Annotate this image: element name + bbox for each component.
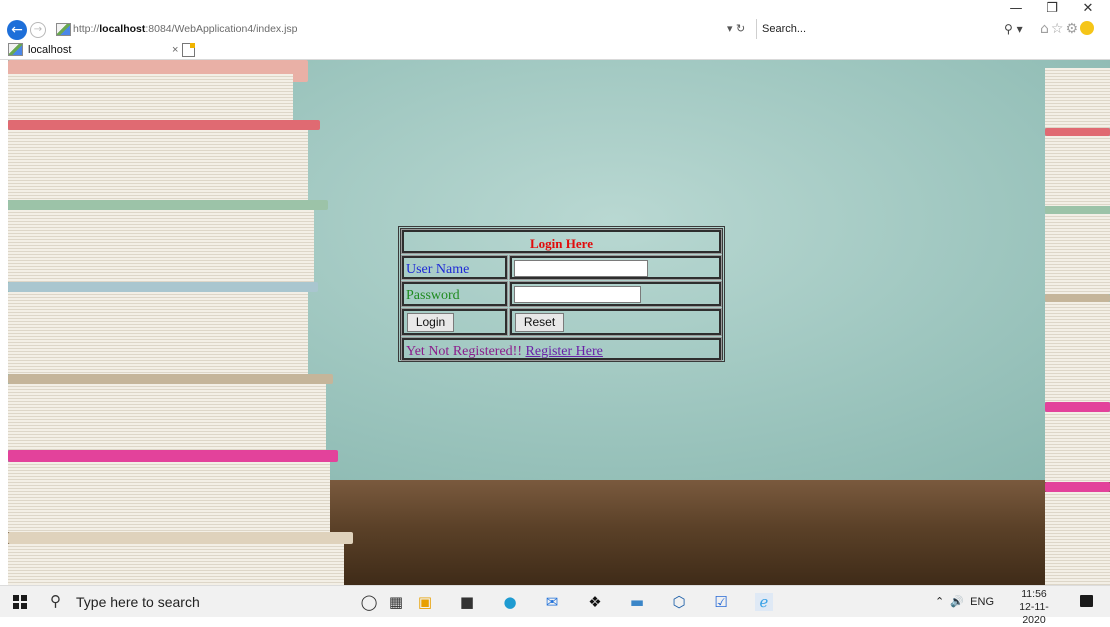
username-input-cell [509,255,722,280]
app-v-icon[interactable]: ☑ [712,593,730,611]
login-table: Login Here User Name Password Login Rese… [398,226,725,362]
password-label-cell: Password [401,281,508,307]
register-cell: Yet Not Registered!! Register Here [401,337,722,361]
url-path: :8084/WebApplication4/index.jsp [145,23,298,35]
amazon-icon[interactable]: ▬ [628,593,646,611]
favorites-star-icon[interactable]: ☆ [1051,21,1066,37]
notification-icon[interactable] [1080,595,1093,607]
tab-close-icon[interactable]: × [172,41,178,59]
cortana-icon[interactable]: ◯ [360,593,378,611]
browser-titlebar: ← → http://localhost:8084/WebApplication… [0,0,1110,40]
reset-button-cell: Reset [509,308,722,336]
login-title: Login Here [530,236,593,251]
browser-search-placeholder: Search... [762,23,807,35]
login-button-cell: Login [401,308,508,336]
back-arrow-icon[interactable]: ← [7,20,27,40]
password-label: Password [406,288,460,303]
clock-date: 12-11-2020 [1019,601,1049,626]
refresh-icon[interactable]: ▾ ↻ [727,20,745,38]
browser-search-input[interactable]: Search... [756,19,1032,39]
taskbar-search-icon: ⚲ [50,593,61,610]
password-input-cell [509,281,722,307]
dropbox-icon[interactable]: ❖ [586,593,604,611]
register-prompt-text: Yet Not Registered!! [406,344,526,359]
tab-favicon-icon [8,43,23,56]
system-tray: ⌃ 🔊 ENG [935,594,994,610]
tab-localhost[interactable]: localhost × [4,41,194,59]
cube-app-icon[interactable]: ⬡ [670,593,688,611]
background-books-left [8,60,353,585]
new-tab-icon[interactable] [182,43,195,57]
url-prefix: http:// [73,23,100,35]
internet-explorer-icon[interactable]: ℯ [755,593,773,611]
clock[interactable]: 11:56 12-11-2020 [1008,588,1060,627]
username-label: User Name [406,262,470,277]
language-indicator[interactable]: ENG [970,596,994,608]
url-host: localhost [99,23,146,35]
background-books-right [1045,60,1110,585]
home-icon[interactable]: ⌂ [1040,21,1051,37]
register-link[interactable]: Register Here [526,344,603,359]
mail-icon[interactable]: ✉ [543,593,561,611]
forward-arrow-icon[interactable]: → [30,22,46,38]
site-favicon-icon [56,23,71,36]
volume-icon[interactable]: 🔊 [950,596,964,608]
close-window-icon[interactable]: ✕ [1070,0,1106,18]
password-input[interactable] [514,286,641,303]
search-magnifier-icon[interactable]: ⚲ ▾ [1004,20,1023,38]
chevron-up-icon[interactable]: ⌃ [935,596,944,608]
clock-time: 11:56 [1021,588,1047,600]
reset-button[interactable]: Reset [515,313,564,332]
task-view-icon[interactable]: ▦ [387,593,405,611]
register-prompt: Yet Not Registered!! Register Here [406,344,603,360]
maximize-icon[interactable]: ❐ [1034,0,1070,18]
login-button[interactable]: Login [407,313,454,332]
store-icon[interactable]: ■ [458,593,476,611]
address-bar[interactable]: http://localhost:8084/WebApplication4/in… [73,20,753,38]
minimize-icon[interactable]: — [998,0,1034,18]
settings-gear-icon[interactable]: ⚙ [1065,21,1080,37]
windows-start-icon[interactable] [13,595,27,609]
file-explorer-icon[interactable]: ▣ [416,593,434,611]
edge-browser-icon[interactable]: ● [501,593,519,611]
feedback-smiley-icon[interactable] [1080,21,1095,35]
taskbar-search-input[interactable]: ⚲ Type here to search [50,590,330,614]
tab-label: localhost [28,44,72,56]
login-title-cell: Login Here [401,229,722,254]
toolbar-icons: ⌂☆⚙ [1040,20,1095,38]
tab-bar: localhost × [0,40,1110,60]
username-label-cell: User Name [401,255,508,280]
username-input[interactable] [514,260,648,277]
taskbar-search-placeholder: Type here to search [76,594,200,610]
windows-taskbar: ⚲ Type here to search ◯ ▦ ▣ ■ ● ✉ ❖ ▬ ⬡ … [0,585,1110,626]
